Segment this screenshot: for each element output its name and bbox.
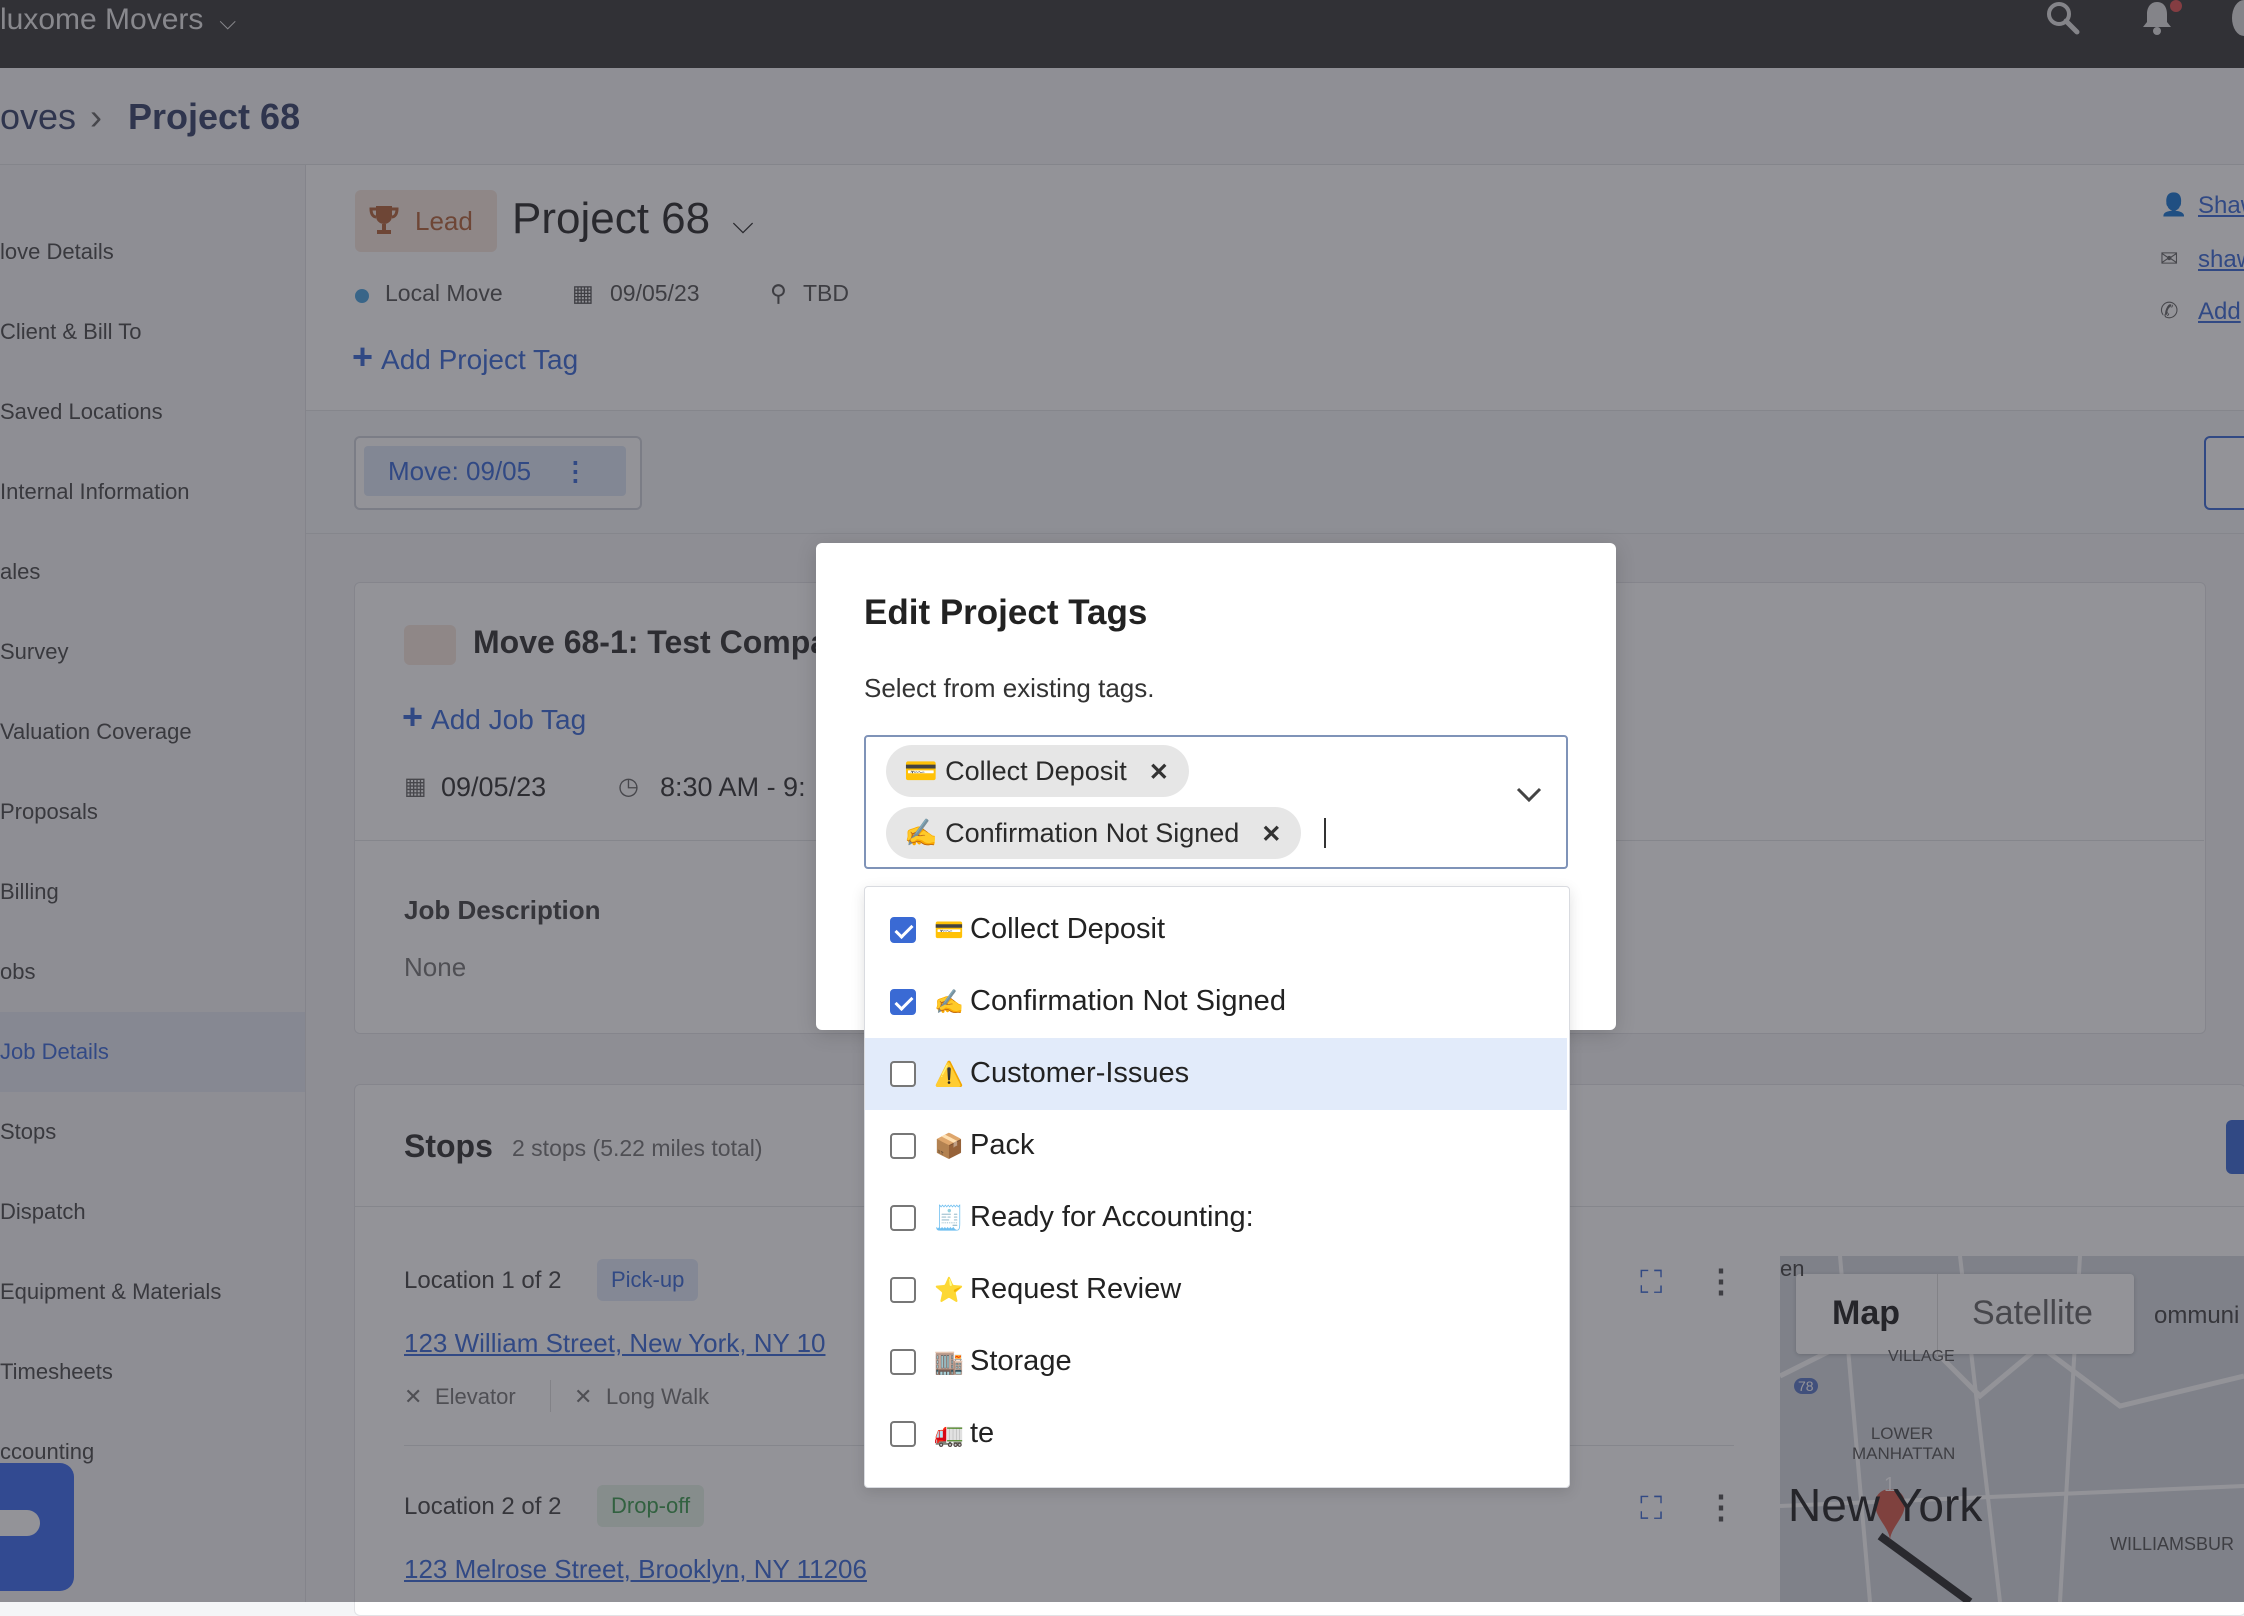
tag-emoji: 💳	[934, 917, 964, 944]
chip-label: Confirmation Not Signed	[945, 818, 1240, 848]
tag-option-label: 💳 Collect Deposit	[934, 913, 1165, 946]
tag-option-label: ⭐ Request Review	[934, 1273, 1181, 1306]
tag-option-label: 📦 Pack	[934, 1129, 1034, 1162]
tag-option-label: ⚠️ Customer-Issues	[934, 1057, 1189, 1090]
tag-option-text: te	[970, 1417, 995, 1449]
tag-checkbox[interactable]	[890, 989, 916, 1015]
tag-checkbox[interactable]	[890, 1277, 916, 1303]
tag-emoji: 📦	[934, 1133, 964, 1160]
tag-emoji: ✍️	[904, 818, 938, 848]
tag-option-text: Storage	[970, 1345, 1072, 1377]
chevron-down-icon[interactable]	[1516, 786, 1542, 809]
tag-option-text: Confirmation Not Signed	[970, 985, 1286, 1017]
tag-emoji: ⭐	[934, 1277, 964, 1304]
tag-checkbox[interactable]	[890, 1133, 916, 1159]
tag-emoji: 🧾	[934, 1205, 964, 1232]
tag-emoji: ⚠️	[934, 1061, 964, 1088]
tag-option-text: Ready for Accounting:	[970, 1201, 1254, 1233]
tag-option-text: Customer-Issues	[970, 1057, 1190, 1089]
tag-checkbox[interactable]	[890, 1205, 916, 1231]
tag-option-label: ✍️ Confirmation Not Signed	[934, 985, 1286, 1018]
tag-emoji: 🚛	[934, 1421, 964, 1448]
selected-tag-chip: ✍️ Confirmation Not Signed ✕	[886, 807, 1302, 861]
tag-option-label: 🚛 te	[934, 1417, 994, 1450]
tag-option-text: Request Review	[970, 1273, 1182, 1305]
tag-emoji: ✍️	[934, 989, 964, 1016]
tag-option-text: Pack	[970, 1129, 1035, 1161]
tag-option-label: 🏬 Storage	[934, 1345, 1072, 1378]
tag-checkbox[interactable]	[890, 1421, 916, 1447]
tag-checkbox[interactable]	[890, 1349, 916, 1375]
tag-emoji: 💳	[904, 756, 938, 786]
remove-tag-icon[interactable]: ✕	[1261, 809, 1281, 861]
tag-option-label: 🧾 Ready for Accounting:	[934, 1201, 1254, 1234]
modal-title: Edit Project Tags	[864, 593, 1148, 632]
tag-checkbox[interactable]	[890, 917, 916, 943]
tag-checkbox[interactable]	[890, 1061, 916, 1087]
tag-emoji: 🏬	[934, 1349, 964, 1376]
modal-subtitle: Select from existing tags.	[864, 673, 1155, 703]
remove-tag-icon[interactable]: ✕	[1149, 747, 1169, 799]
tag-option-text: Collect Deposit	[970, 913, 1166, 945]
selected-tag-chip: 💳 Collect Deposit ✕	[886, 745, 1189, 797]
chip-label: Collect Deposit	[945, 756, 1127, 786]
text-cursor	[1324, 818, 1326, 848]
